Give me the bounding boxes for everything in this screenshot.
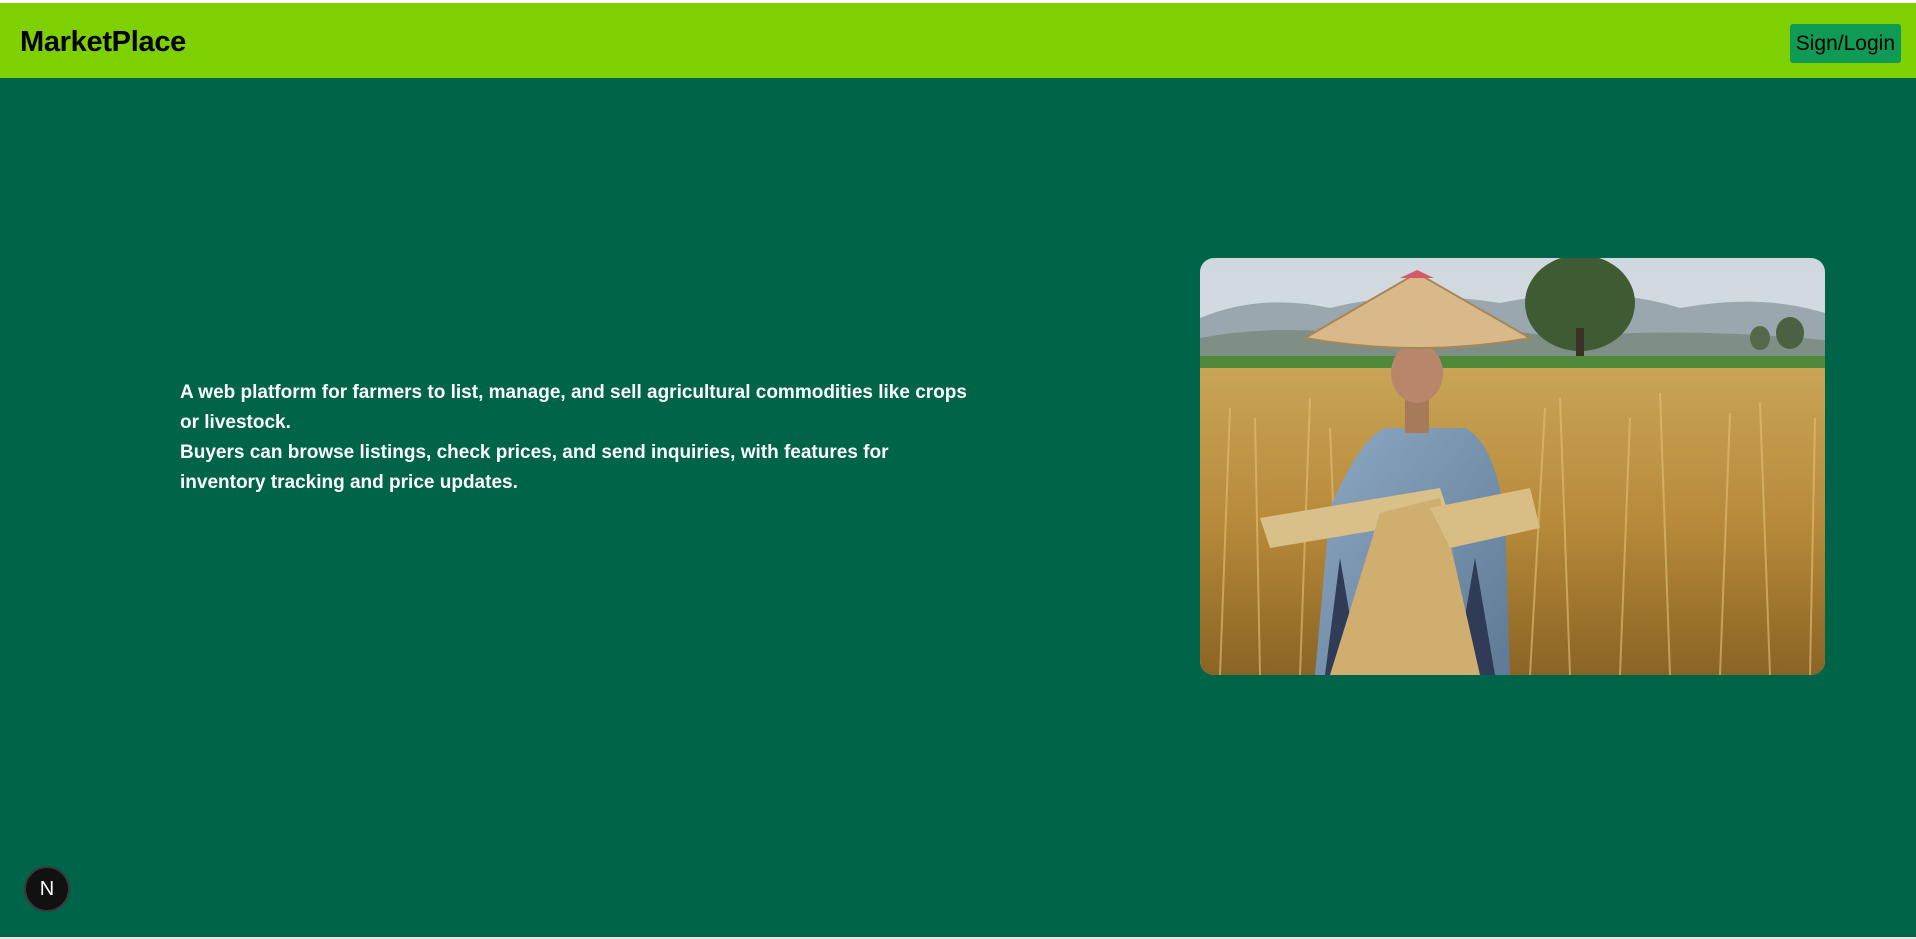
nextjs-dev-indicator-icon[interactable]: N bbox=[24, 866, 70, 912]
sign-login-button[interactable]: Sign/Login bbox=[1789, 24, 1901, 63]
navbar: MarketPlace Sign/Login bbox=[0, 3, 1916, 78]
hero-paragraph-buyers: Buyers can browse listings, check prices… bbox=[180, 442, 889, 493]
brand-logo[interactable]: MarketPlace bbox=[20, 25, 186, 59]
farmer-photo bbox=[1200, 258, 1825, 675]
hero-paragraph-sellers: A web platform for farmers to list, mana… bbox=[180, 382, 967, 433]
hero-description: A web platform for farmers to list, mana… bbox=[180, 378, 970, 498]
hero-section: A web platform for farmers to list, mana… bbox=[0, 78, 1916, 937]
page: MarketPlace Sign/Login A web platform fo… bbox=[0, 0, 1916, 939]
